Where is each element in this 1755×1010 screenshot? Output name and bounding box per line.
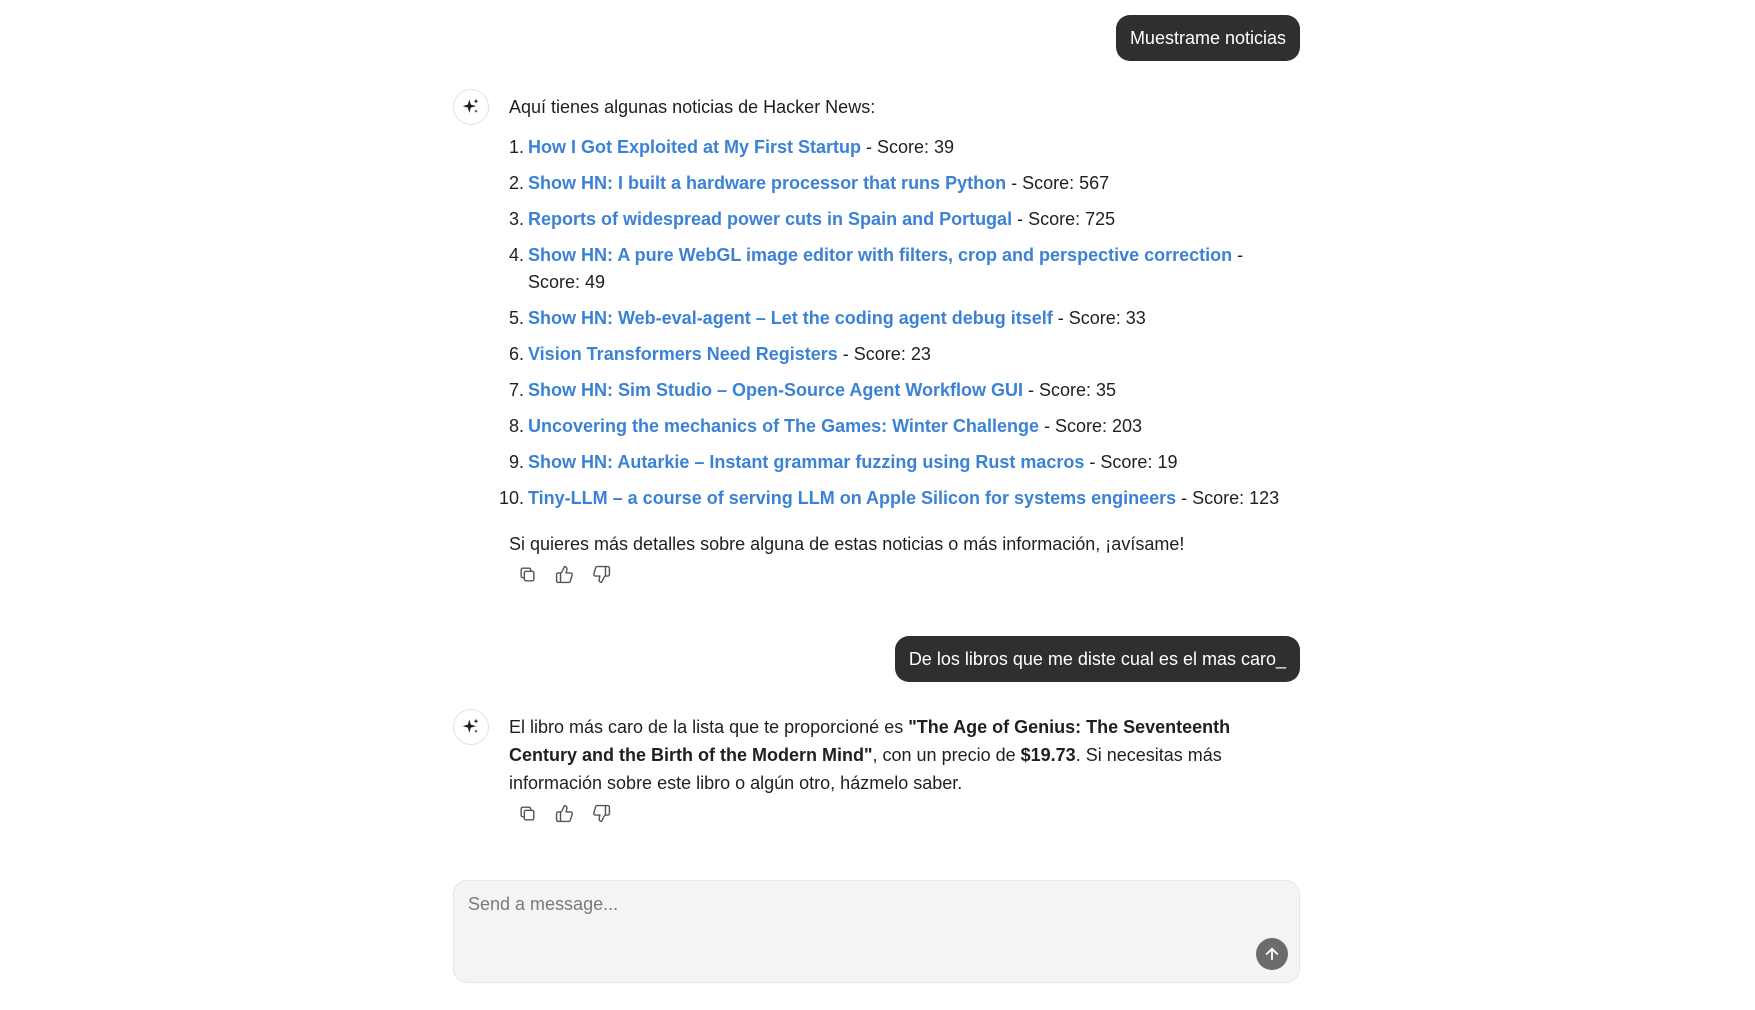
- news-number: 8.: [508, 416, 524, 436]
- news-item: 3. Reports of widespread power cuts in Sp…: [509, 206, 1300, 233]
- news-link[interactable]: How I Got Exploited at My First Startup: [528, 137, 861, 157]
- news-item: 2. Show HN: I built a hardware processor …: [509, 170, 1300, 197]
- assistant-avatar: [453, 709, 489, 745]
- news-item: 6. Vision Transformers Need Registers - S…: [509, 341, 1300, 368]
- news-score: - Score: 19: [1084, 452, 1178, 472]
- assistant-intro: Aquí tienes algunas noticias de Hacker N…: [509, 97, 876, 117]
- news-link[interactable]: Vision Transformers Need Registers: [528, 344, 838, 364]
- thumbs-down-icon: [593, 565, 611, 584]
- like-button[interactable]: [554, 803, 575, 824]
- news-number: 9.: [508, 452, 524, 472]
- news-score: - Score: 123: [1176, 488, 1280, 508]
- news-link[interactable]: Show HN: A pure WebGL image editor with …: [528, 245, 1232, 265]
- news-number: 6.: [508, 344, 524, 364]
- news-number: 2.: [508, 173, 524, 193]
- copy-icon: [520, 567, 535, 582]
- arrow-up-icon: [1265, 947, 1279, 961]
- news-link[interactable]: Show HN: Sim Studio – Open-Source Agent …: [528, 380, 1023, 400]
- assistant-outro: Si quieres más detalles sobre alguna de …: [509, 534, 1185, 554]
- copy-button[interactable]: [517, 564, 538, 585]
- news-score: - Score: 23: [837, 344, 931, 364]
- sparkles-icon: [462, 718, 479, 733]
- message-actions: [509, 564, 1300, 585]
- news-item: 9. Show HN: Autarkie – Instant grammar fu…: [509, 449, 1300, 476]
- news-score: - Score: 39: [861, 137, 955, 157]
- news-score: - Score: 33: [1052, 308, 1146, 328]
- news-item: 7. Show HN: Sim Studio – Open-Source Agen…: [509, 377, 1300, 404]
- like-button[interactable]: [554, 564, 575, 585]
- news-score: - Score: 725: [1012, 209, 1116, 229]
- news-score: - Score: 567: [1006, 173, 1110, 193]
- news-number: 3.: [508, 209, 524, 229]
- message-actions: [509, 803, 1300, 824]
- news-link[interactable]: Tiny-LLM – a course of serving LLM on Ap…: [528, 488, 1176, 508]
- news-list: 1. How I Got Exploited at My First Startu…: [499, 134, 1300, 512]
- sparkles-icon: [462, 98, 479, 113]
- user-message: De los libros que me diste cual es el ma…: [894, 636, 1300, 682]
- news-number: 7.: [508, 380, 524, 400]
- assistant-avatar: [453, 89, 489, 125]
- dislike-button[interactable]: [591, 803, 612, 824]
- news-link[interactable]: Show HN: Web-eval-agent – Let the coding…: [528, 308, 1053, 328]
- news-link[interactable]: Reports of widespread power cuts in Spai…: [528, 209, 1012, 229]
- copy-icon: [520, 806, 535, 821]
- news-item: 1. How I Got Exploited at My First Startu…: [509, 134, 1300, 161]
- user-message: Muestrame noticias: [1115, 15, 1300, 61]
- news-number: 4.: [508, 245, 524, 265]
- assistant-answer: El libro más caro de la lista que te pro…: [509, 713, 1300, 797]
- send-button[interactable]: [1256, 938, 1288, 970]
- dislike-button[interactable]: [591, 564, 612, 585]
- news-link[interactable]: Show HN: Autarkie – Instant grammar fuzz…: [528, 452, 1084, 472]
- news-number: 1.: [508, 137, 524, 157]
- news-item: 10. Tiny-LLM – a course of serving LLM on…: [499, 485, 1300, 512]
- news-item: 5. Show HN: Web-eval-agent – Let the codi…: [509, 305, 1300, 332]
- chat-thread: Muestrame noticias Aquí tienes algunas n…: [453, 0, 1300, 1010]
- book-price: $19.73: [1020, 745, 1076, 765]
- news-link[interactable]: Uncovering the mechanics of The Games: W…: [528, 416, 1039, 436]
- thumbs-down-icon: [593, 804, 611, 823]
- news-score: - Score: 35: [1023, 380, 1117, 400]
- thumbs-up-icon: [555, 804, 573, 823]
- answer-text: , con un precio de: [872, 745, 1021, 765]
- news-link[interactable]: Show HN: I built a hardware processor th…: [528, 173, 1006, 193]
- news-number: 5.: [508, 308, 524, 328]
- news-item: 8. Uncovering the mechanics of The Games:…: [509, 413, 1300, 440]
- answer-text: El libro más caro de la lista que te pro…: [509, 717, 909, 737]
- message-input[interactable]: [468, 894, 1228, 954]
- copy-button[interactable]: [517, 803, 538, 824]
- news-item: 4. Show HN: A pure WebGL image editor wit…: [509, 242, 1300, 296]
- news-number: 10.: [498, 488, 524, 508]
- news-score: - Score: 203: [1038, 416, 1143, 436]
- message-composer: [453, 880, 1300, 983]
- thumbs-up-icon: [555, 565, 573, 584]
